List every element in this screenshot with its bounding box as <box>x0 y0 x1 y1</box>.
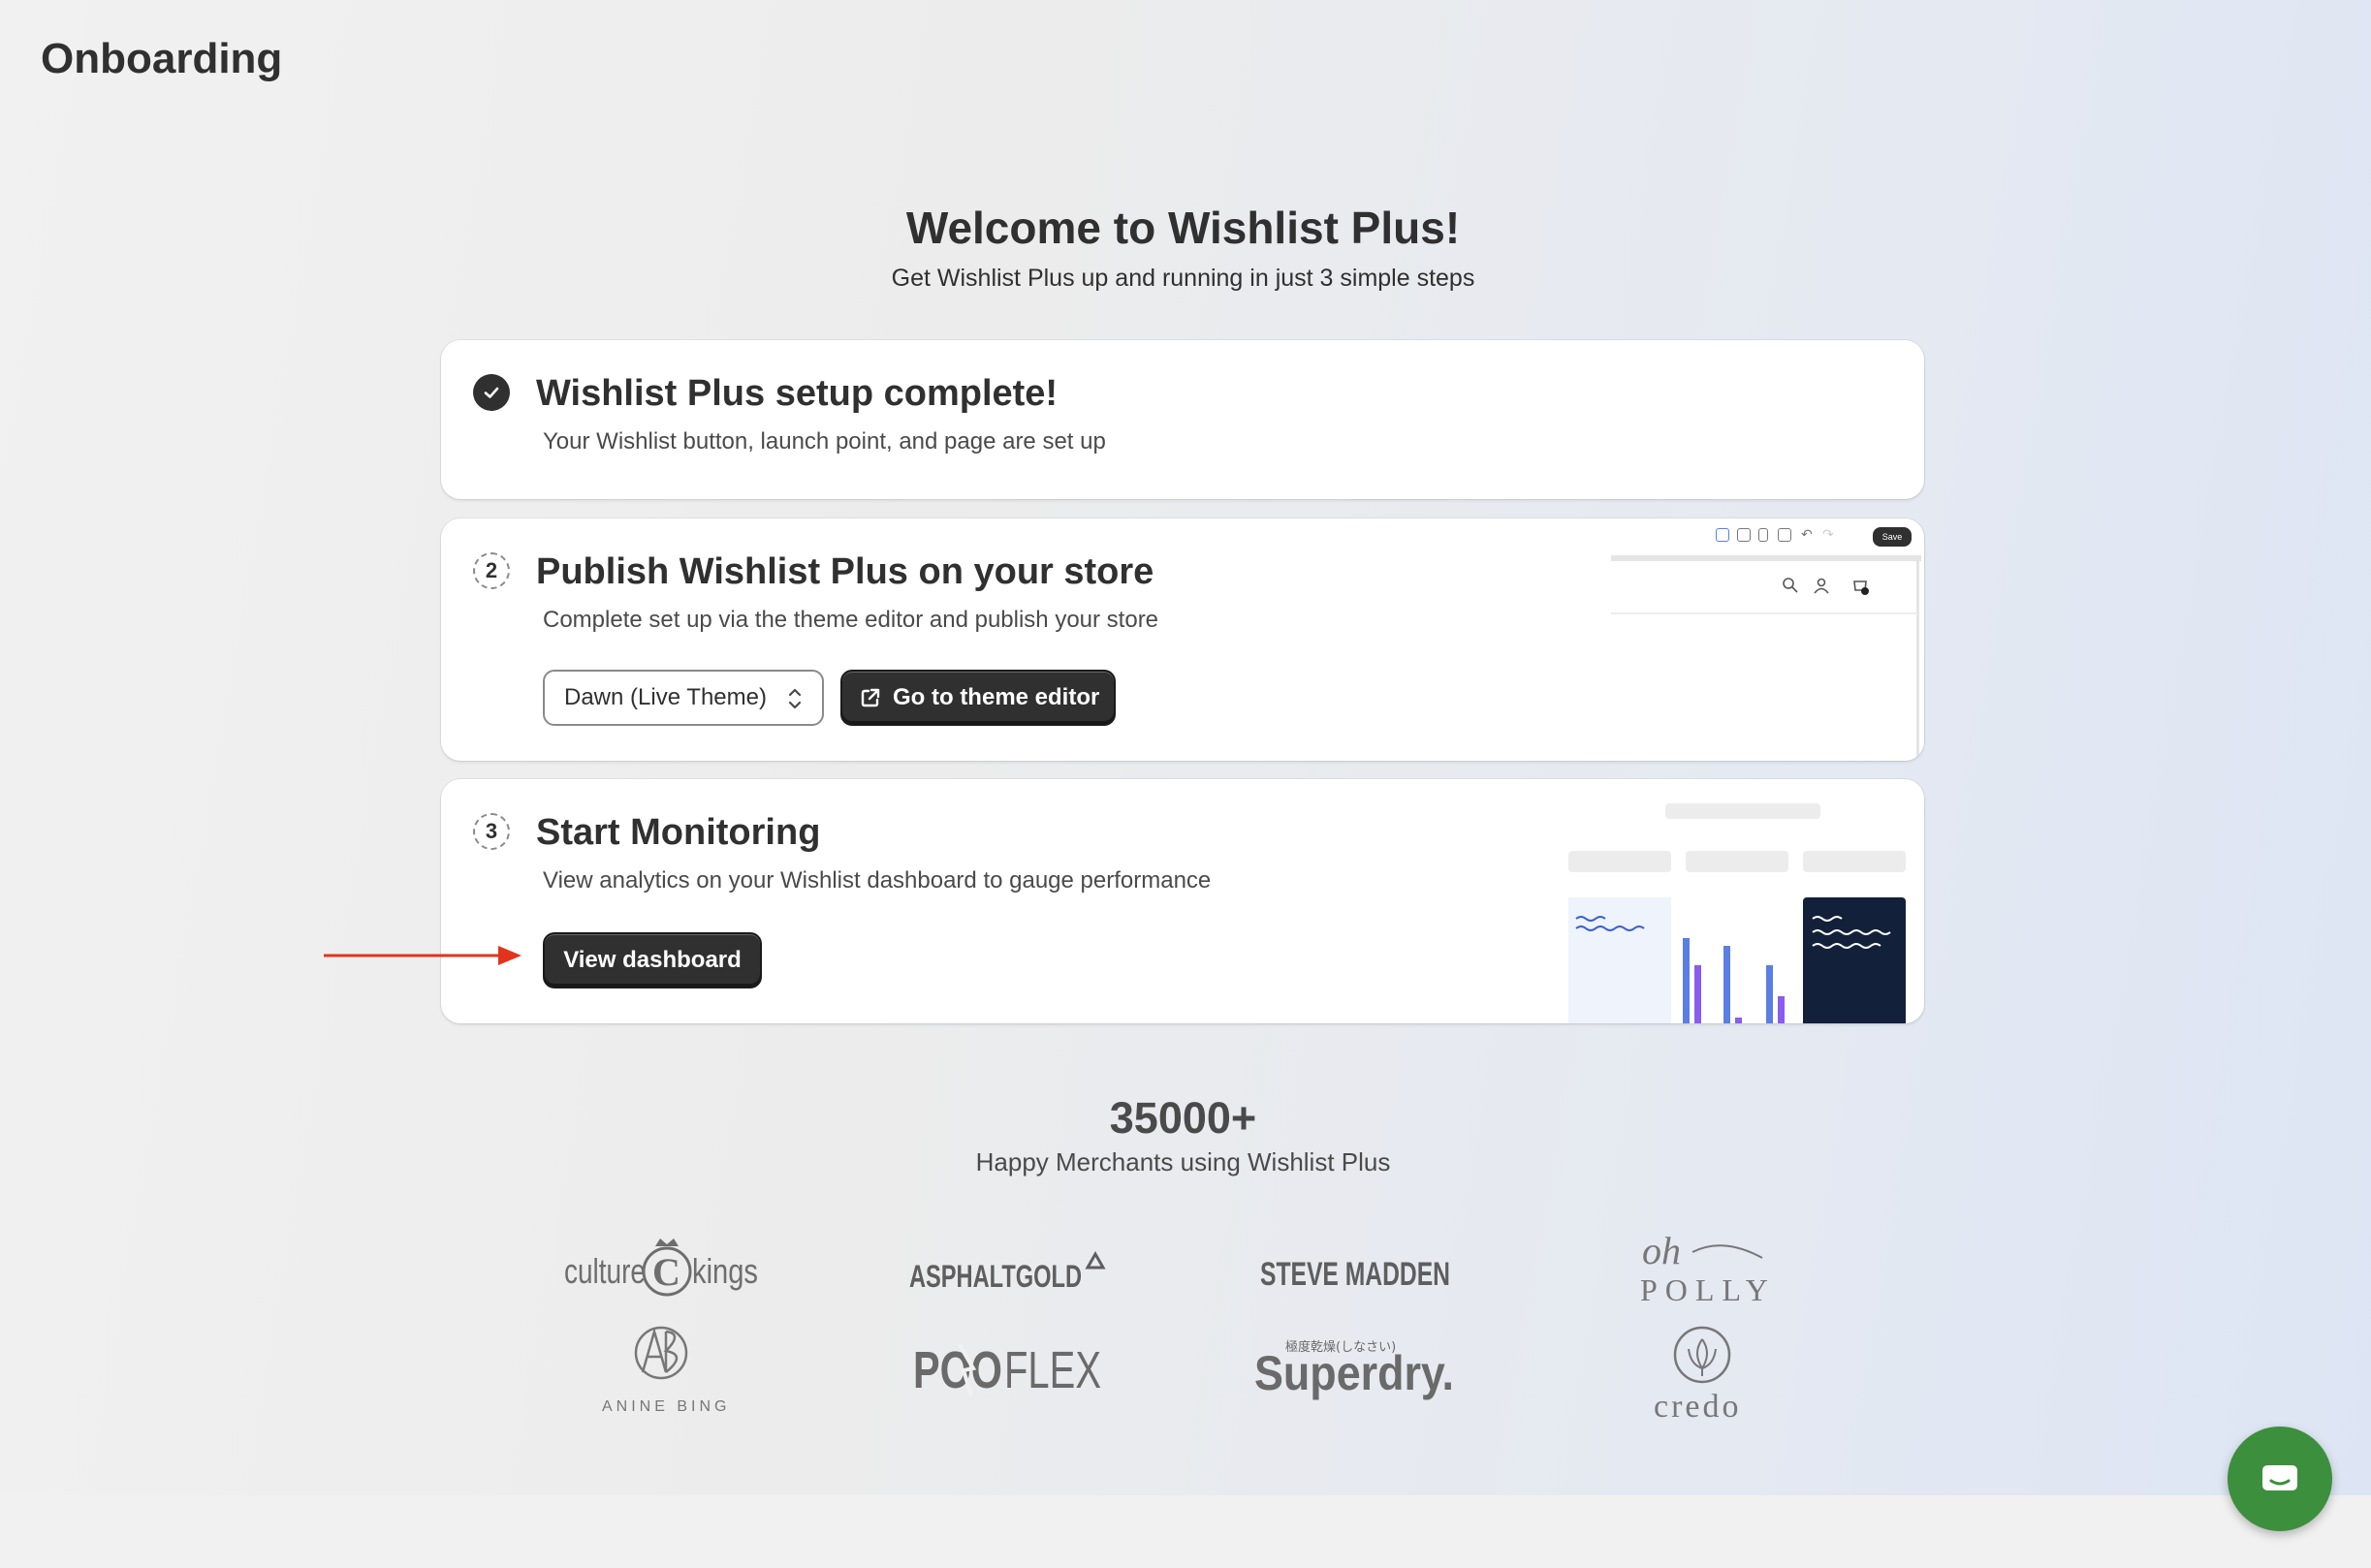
logo-superdry: 極度乾燥(しなさい) Superdry. <box>1252 1333 1456 1401</box>
external-link-icon <box>861 688 880 707</box>
cart-icon <box>1853 580 1869 595</box>
preview-placeholder <box>1803 851 1906 872</box>
preview-bar <box>1735 1018 1742 1023</box>
step-description: Your Wishlist button, launch point, and … <box>543 428 1106 455</box>
step-card-start-monitoring: 3 Start Monitoring View analytics on you… <box>441 779 1924 1023</box>
logo-anine-bing: ANINE BING <box>596 1322 732 1419</box>
go-to-theme-editor-button[interactable]: Go to theme editor <box>840 670 1116 726</box>
logo-oh-polly: oh POLLY <box>1636 1229 1772 1307</box>
theme-select[interactable]: Dawn (Live Theme) <box>543 670 824 726</box>
preview-store-header <box>1611 561 1919 614</box>
step-title: Start Monitoring <box>536 812 821 853</box>
undo-icon: ↶ <box>1801 526 1813 542</box>
hero-subtitle: Get Wishlist Plus up and running in just… <box>891 265 1475 292</box>
svg-text:kings: kings <box>692 1251 758 1291</box>
step-card-setup-complete: Wishlist Plus setup complete! Your Wishl… <box>441 340 1924 499</box>
preview-dark-card <box>1803 897 1906 1023</box>
annotation-arrow <box>324 946 522 965</box>
wave-icon <box>1812 916 1891 949</box>
logo-culture-kings: culture C kings <box>562 1233 761 1301</box>
preview-bar-chart <box>1683 897 1799 1023</box>
page-title: Onboarding <box>41 35 283 82</box>
preview-store-body <box>1611 614 1919 760</box>
svg-text:oh: oh <box>1642 1229 1681 1272</box>
mobile-icon <box>1758 528 1768 542</box>
select-tool-icon <box>1716 528 1729 542</box>
preview-bar <box>1683 938 1690 1023</box>
preview-save-button: Save <box>1873 527 1912 547</box>
check-icon <box>473 374 510 411</box>
hero-title: Welcome to Wishlist Plus! <box>905 203 1461 253</box>
svg-text:POO: POO <box>913 1341 1002 1399</box>
logo-credo: credo <box>1648 1326 1755 1425</box>
redo-icon: ↷ <box>1822 526 1834 542</box>
chat-icon <box>2262 1465 2297 1490</box>
dashboard-preview <box>1568 779 1924 1023</box>
merchant-count: 35000+ <box>1109 1093 1257 1143</box>
logo-asphaltgold: ASPHALTGOLD <box>907 1246 1111 1295</box>
hero: Welcome to Wishlist Plus! Get Wishlist P… <box>0 199 2366 293</box>
preview-bar <box>1723 946 1730 1023</box>
theme-select-value: Dawn (Live Theme) <box>564 684 767 710</box>
chat-button[interactable] <box>2228 1427 2332 1531</box>
svg-text:C: C <box>652 1250 680 1294</box>
step-title: Wishlist Plus setup complete! <box>536 373 1059 414</box>
svg-text:ANINE BING: ANINE BING <box>602 1398 730 1415</box>
svg-text:POLLY: POLLY <box>1640 1272 1772 1306</box>
svg-text:FLEX: FLEX <box>1004 1341 1101 1399</box>
svg-text:credo: credo <box>1654 1389 1742 1423</box>
step-card-publish: 2 Publish Wishlist Plus on your store Co… <box>441 518 1924 761</box>
go-to-theme-editor-label: Go to theme editor <box>893 684 1100 710</box>
merchant-stats: 35000+ Happy Merchants using Wishlist Pl… <box>0 1093 2366 1177</box>
step-title: Publish Wishlist Plus on your store <box>536 551 1154 592</box>
merchant-count-label: Happy Merchants using Wishlist Plus <box>975 1147 1391 1176</box>
chevron-updown-icon <box>788 688 802 709</box>
search-icon <box>1783 578 1798 593</box>
theme-editor-preview: ↶ ↷ Save <box>1611 518 1921 761</box>
layout-icon <box>1778 528 1791 542</box>
desktop-icon <box>1737 528 1751 542</box>
preview-bar <box>1778 996 1785 1023</box>
preview-bar <box>1766 965 1773 1023</box>
preview-placeholder <box>1568 851 1671 872</box>
preview-placeholder <box>1665 803 1820 819</box>
step-number-badge: 2 <box>473 552 510 589</box>
step-number-badge: 3 <box>473 813 510 850</box>
preview-placeholder <box>1686 851 1788 872</box>
account-icon <box>1814 578 1829 594</box>
step-description: Complete set up via the theme editor and… <box>543 607 1159 633</box>
preview-bar <box>1694 965 1701 1023</box>
svg-text:Superdry.: Superdry. <box>1254 1346 1454 1400</box>
svg-text:culture: culture <box>564 1251 646 1291</box>
step-description: View analytics on your Wishlist dashboar… <box>543 867 1212 894</box>
svg-text:ASPHALTGOLD: ASPHALTGOLD <box>909 1259 1082 1294</box>
logo-pooflex: POO FLEX <box>911 1335 1105 1403</box>
svg-text:STEVE MADDEN: STEVE MADDEN <box>1260 1256 1450 1293</box>
preview-sparkline-card <box>1568 897 1671 1023</box>
wave-icon <box>1575 916 1645 931</box>
logo-steve-madden: STEVE MADDEN <box>1258 1246 1452 1295</box>
view-dashboard-button[interactable]: View dashboard <box>543 932 762 988</box>
